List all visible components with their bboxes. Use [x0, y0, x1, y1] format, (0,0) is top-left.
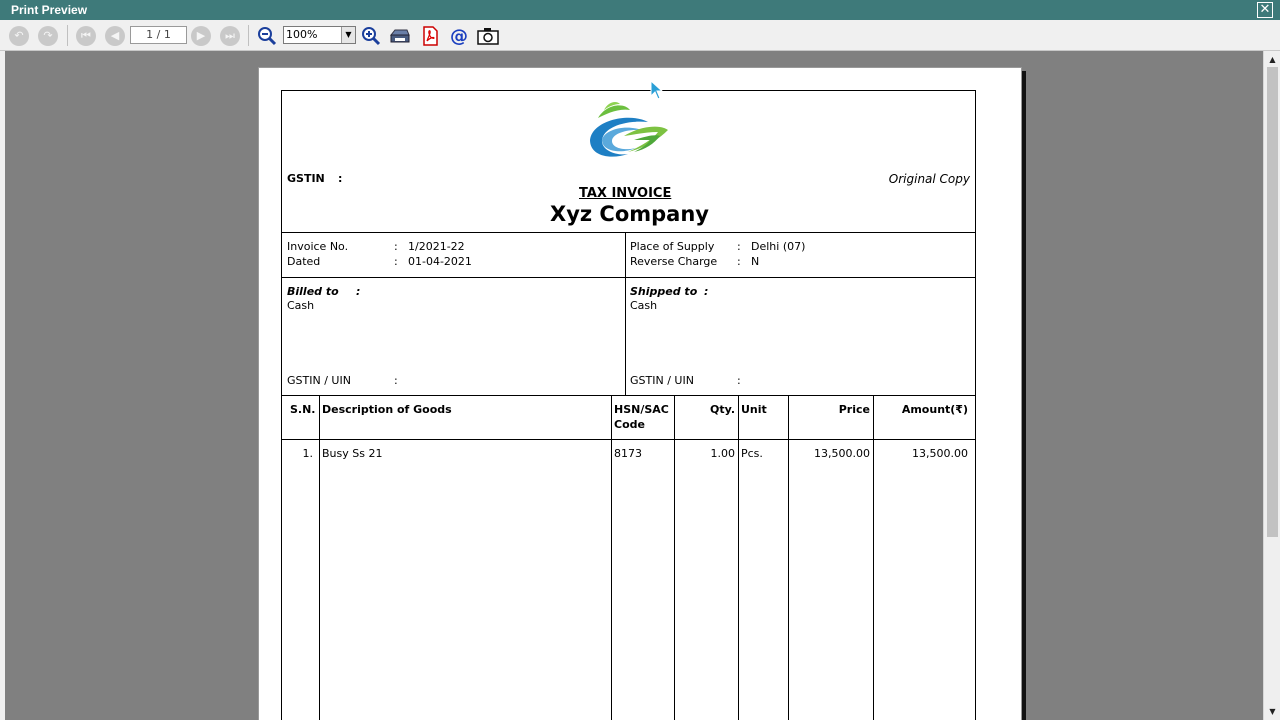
camera-icon: [477, 28, 499, 45]
column-header-hsn: HSN/SAC: [614, 403, 669, 416]
colon: :: [737, 374, 741, 387]
column-header-sn: S.N.: [290, 403, 316, 416]
colon: :: [356, 285, 361, 298]
colon: :: [394, 255, 398, 268]
vertical-scrollbar[interactable]: ▲ ▼: [1263, 51, 1280, 720]
gstin-label: GSTIN: [287, 172, 325, 185]
first-page-button[interactable]: ⏮: [75, 25, 97, 47]
row-hsn: 8173: [614, 447, 642, 460]
scroll-down-icon[interactable]: ▼: [1264, 705, 1280, 719]
reverse-charge-label: Reverse Charge: [630, 255, 718, 268]
billed-gstin-label: GSTIN / UIN: [287, 374, 351, 387]
last-page-icon: ⏭: [220, 26, 240, 46]
print-button[interactable]: [389, 25, 411, 47]
column-divider: [319, 395, 320, 720]
column-divider: [788, 395, 789, 720]
place-of-supply-value: Delhi (07): [751, 240, 806, 253]
email-icon: @: [450, 25, 468, 47]
gstin-colon: :: [338, 172, 343, 185]
zoom-in-button[interactable]: [360, 25, 382, 47]
row-unit: Pcs.: [741, 447, 763, 460]
colon: :: [394, 374, 398, 387]
zoom-out-icon: [258, 27, 277, 46]
previous-page-button[interactable]: ◀: [104, 25, 126, 47]
column-header-amount: Amount(₹): [901, 403, 968, 416]
last-page-button[interactable]: ⏭: [219, 25, 241, 47]
zoom-value: 100%: [286, 28, 318, 41]
colon: :: [704, 285, 709, 298]
snapshot-button[interactable]: [477, 25, 499, 47]
dated-value: 01-04-2021: [408, 255, 472, 268]
row-amount: 13,500.00: [912, 447, 968, 460]
place-of-supply-label: Place of Supply: [630, 240, 715, 253]
toolbar-separator: [248, 25, 249, 46]
column-divider: [674, 395, 675, 720]
colon: :: [737, 255, 741, 268]
zoom-in-icon: [362, 27, 381, 46]
scroll-up-icon[interactable]: ▲: [1264, 53, 1280, 67]
undo-icon: ↶: [9, 26, 29, 46]
column-header-unit: Unit: [741, 403, 767, 416]
first-page-icon: ⏮: [76, 26, 96, 46]
scrollbar-thumb[interactable]: [1267, 67, 1278, 537]
divider: [282, 395, 975, 396]
shipped-to-label: Shipped to: [630, 285, 698, 298]
column-header-price: Price: [838, 403, 870, 416]
document-title: TAX INVOICE: [579, 186, 672, 201]
copy-type: Original Copy: [888, 172, 970, 186]
toolbar: ↶ ↷ ⏮ ◀ 1 / 1 ▶ ⏭ 100% ▼ @: [0, 20, 1280, 51]
row-price: 13,500.00: [814, 447, 870, 460]
redo-icon: ↷: [38, 26, 58, 46]
next-page-button[interactable]: ▶: [190, 25, 212, 47]
billed-to-label: Billed to: [287, 285, 339, 298]
invoice-no-label: Invoice No.: [287, 240, 349, 253]
colon: :: [737, 240, 741, 253]
previous-page-icon: ◀: [105, 26, 125, 46]
column-divider: [873, 395, 874, 720]
workspace-left-edge: [0, 51, 5, 720]
column-divider: [611, 395, 612, 720]
page-indicator[interactable]: 1 / 1: [130, 26, 187, 44]
next-page-icon: ▶: [191, 26, 211, 46]
colon: :: [394, 240, 398, 253]
shipped-gstin-label: GSTIN / UIN: [630, 374, 694, 387]
toolbar-separator: [67, 25, 68, 46]
email-button[interactable]: @: [448, 25, 470, 47]
divider: [282, 439, 975, 440]
invoice: GSTIN : Original Copy TAX INVOICE Xyz Co…: [281, 90, 976, 720]
divider: [625, 232, 626, 395]
zoom-out-button[interactable]: [256, 25, 278, 47]
undo-button[interactable]: ↶: [8, 25, 30, 47]
invoice-no-value: 1/2021-22: [408, 240, 465, 253]
column-divider: [738, 395, 739, 720]
column-header-hsn-code: Code: [614, 418, 645, 431]
divider: [282, 232, 975, 233]
preview-page: GSTIN : Original Copy TAX INVOICE Xyz Co…: [258, 67, 1022, 720]
dated-label: Dated: [287, 255, 321, 268]
row-qty: 1.00: [710, 447, 736, 460]
divider: [282, 277, 975, 278]
zoom-select[interactable]: 100% ▼: [283, 26, 356, 44]
row-description: Busy Ss 21: [322, 447, 383, 460]
company-logo: [590, 102, 668, 157]
pdf-icon: [423, 26, 438, 46]
shipped-to-value: Cash: [630, 299, 658, 312]
reverse-charge-value: N: [751, 255, 760, 268]
mouse-cursor-icon: [650, 80, 664, 100]
row-sn: 1.: [302, 447, 314, 460]
window-title: Print Preview: [11, 3, 88, 17]
chevron-down-icon: ▼: [341, 27, 355, 43]
column-header-qty: Qty.: [710, 403, 735, 416]
export-pdf-button[interactable]: [419, 25, 441, 47]
billed-to-value: Cash: [287, 299, 315, 312]
print-icon: [389, 29, 410, 43]
redo-button[interactable]: ↷: [37, 25, 59, 47]
company-name: Xyz Company: [550, 202, 709, 226]
close-button[interactable]: ✕: [1257, 2, 1273, 18]
column-header-description: Description of Goods: [322, 403, 452, 416]
window-titlebar: Print Preview ✕: [0, 0, 1280, 20]
